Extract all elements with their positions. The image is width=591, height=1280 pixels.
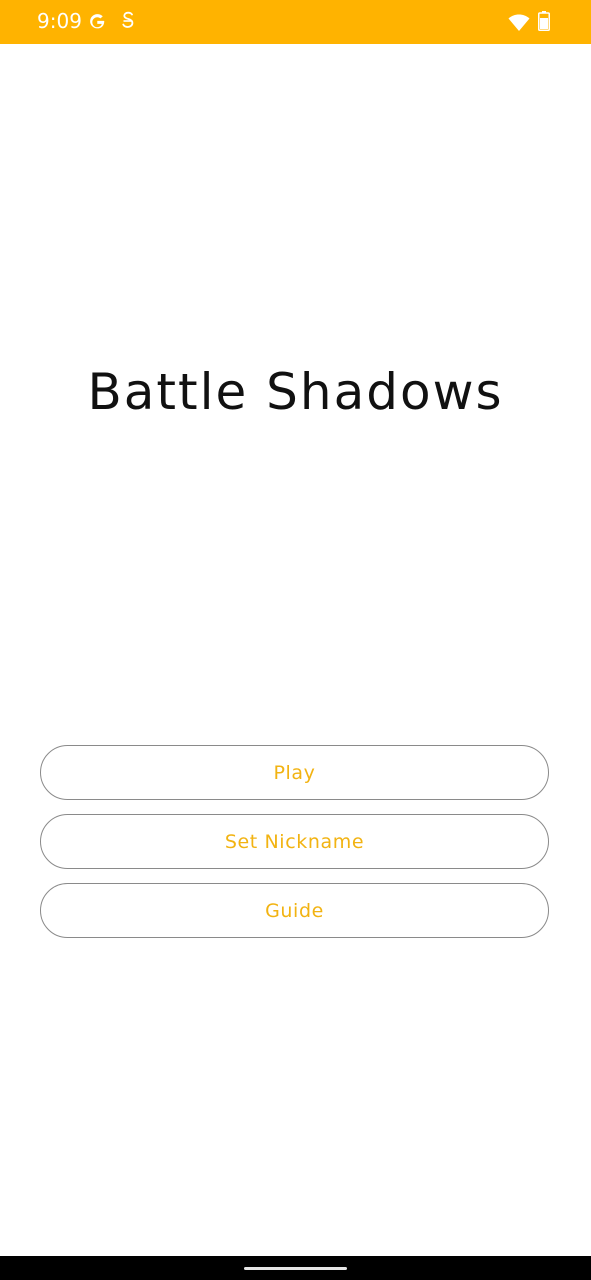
status-bar: 9:09 [0,0,591,44]
wifi-icon [508,14,530,31]
set-nickname-button[interactable]: Set Nickname [40,814,549,869]
navigation-bar [0,1256,591,1280]
s-app-icon [122,11,134,28]
battery-icon [538,11,550,31]
google-g-icon [90,14,105,29]
home-indicator[interactable] [244,1267,347,1270]
status-time: 9:09 [37,9,82,33]
app-title: Battle Shadows [87,363,504,421]
guide-button[interactable]: Guide [40,883,549,938]
play-button[interactable]: Play [40,745,549,800]
